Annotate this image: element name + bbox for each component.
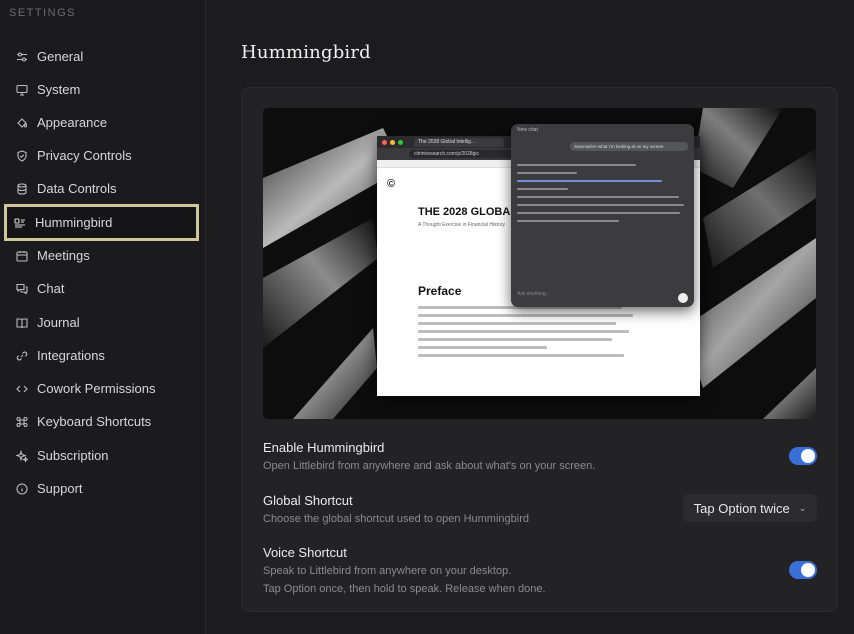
sidebar-item-label: Journal: [37, 315, 80, 330]
sidebar-item-label: Data Controls: [37, 181, 117, 196]
sparkle-icon: [16, 449, 28, 462]
article-heading: Preface: [418, 284, 462, 298]
sidebar-item-label: Integrations: [37, 348, 105, 363]
info-icon: [16, 482, 28, 495]
close-dot-icon: [382, 139, 387, 145]
calendar-icon: [16, 250, 28, 262]
settings-section-label: SETTINGS: [9, 7, 77, 19]
book-icon: [16, 317, 28, 328]
chat-input: Ask anything...: [517, 291, 550, 297]
global-shortcut-title: Global Shortcut: [263, 493, 353, 508]
global-shortcut-dropdown[interactable]: Tap Option twice ⌄: [683, 494, 817, 522]
database-icon: [17, 182, 27, 195]
chat-bubbles-icon: [16, 283, 28, 295]
sidebar-item-label: Support: [37, 481, 83, 496]
article-subtitle: A Thought Exercise in Financial History: [418, 222, 505, 228]
sidebar-item-cowork-permissions[interactable]: Cowork Permissions: [6, 372, 198, 405]
sidebar-item-label: Appearance: [37, 115, 108, 130]
sidebar-item-label: General: [37, 49, 84, 64]
sidebar-item-general[interactable]: General: [6, 40, 198, 73]
enable-hummingbird-toggle[interactable]: [789, 447, 817, 465]
maximize-dot-icon: [398, 139, 403, 145]
voice-shortcut-description-line2: Tap Option once, then hold to speak. Rel…: [263, 583, 546, 595]
voice-shortcut-description-line1: Speak to Littlebird from anywhere on you…: [263, 565, 512, 577]
chevron-down-icon: ⌄: [798, 502, 807, 513]
shield-icon: [17, 149, 27, 162]
sidebar-item-label: Meetings: [37, 248, 90, 263]
sidebar-item-integrations[interactable]: Integrations: [6, 339, 198, 372]
minimize-dot-icon: [390, 139, 395, 145]
hummingbird-preview-image: The 2028 Global Intellig... citriniresea…: [263, 108, 816, 419]
global-shortcut-description: Choose the global shortcut used to open …: [263, 513, 529, 525]
chat-header: New chat: [517, 127, 538, 133]
browser-url: citriniresearch.com/p/2028gic: [409, 150, 519, 158]
page-title: Hummingbird: [241, 42, 371, 63]
sidebar-item-label: Subscription: [37, 448, 109, 463]
sidebar-item-appearance[interactable]: Appearance: [6, 106, 198, 139]
sidebar-item-label: Chat: [37, 281, 65, 296]
article-title: THE 2028 GLOBAL: [418, 206, 518, 218]
sidebar-item-support[interactable]: Support: [6, 472, 198, 505]
command-icon: [16, 416, 28, 427]
monitor-icon: [16, 84, 28, 96]
browser-tab: The 2028 Global Intellig...: [414, 137, 504, 147]
sidebar-item-label: Cowork Permissions: [37, 381, 156, 396]
enable-hummingbird-description: Open Littlebird from anywhere and ask ab…: [263, 460, 596, 472]
chat-response-lines: [517, 164, 687, 228]
global-shortcut-value: Tap Option twice: [693, 500, 790, 516]
voice-shortcut-toggle[interactable]: [789, 561, 817, 579]
sidebar-item-privacy-controls[interactable]: Privacy Controls: [6, 139, 198, 172]
sidebar-item-label: System: [37, 82, 81, 97]
sidebar-item-journal[interactable]: Journal: [6, 306, 198, 339]
chat-user-message: Summarize what I'm looking at on my scre…: [570, 142, 688, 151]
hummingbird-chat-overlay: New chat Summarize what I'm looking at o…: [511, 124, 694, 307]
sliders-icon: [17, 51, 27, 62]
send-icon: [678, 293, 688, 303]
sidebar-item-label: Keyboard Shortcuts: [37, 414, 152, 429]
sidebar-item-data-controls[interactable]: Data Controls: [6, 172, 198, 205]
sidebar-item-label: Hummingbird: [35, 215, 113, 230]
hummingbird-icon: [14, 217, 25, 228]
sidebar: SETTINGS General System Appearance Priva…: [0, 0, 206, 634]
site-logo-icon: ©: [387, 178, 396, 190]
sidebar-item-system[interactable]: System: [6, 73, 198, 106]
code-icon: [16, 385, 28, 392]
sidebar-item-keyboard-shortcuts[interactable]: Keyboard Shortcuts: [6, 405, 198, 438]
enable-hummingbird-title: Enable Hummingbird: [263, 440, 385, 455]
link-icon: [16, 351, 28, 360]
voice-shortcut-title: Voice Shortcut: [263, 545, 347, 560]
paint-bucket-icon: [17, 117, 28, 128]
sidebar-item-meetings[interactable]: Meetings: [6, 239, 198, 272]
sidebar-item-hummingbird[interactable]: Hummingbird: [4, 204, 199, 241]
article-body-lines: [418, 306, 633, 362]
sidebar-item-chat[interactable]: Chat: [6, 272, 198, 305]
sidebar-item-subscription[interactable]: Subscription: [6, 439, 198, 472]
sidebar-item-label: Privacy Controls: [37, 148, 132, 163]
